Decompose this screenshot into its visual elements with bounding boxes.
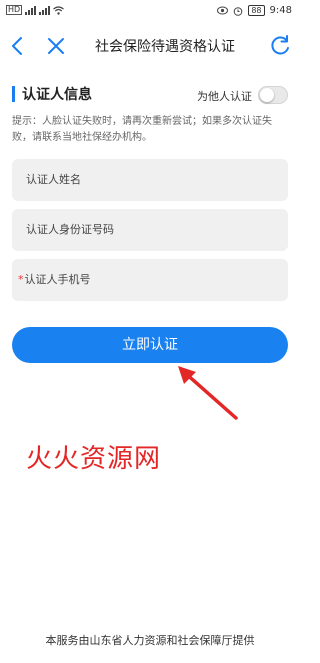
id-number-input[interactable]: 认证人身份证号码 xyxy=(12,209,288,251)
required-mark: * xyxy=(18,273,24,286)
status-bar: HD 88 9:48 xyxy=(0,0,300,24)
section-accent-bar xyxy=(12,86,15,102)
sim-hd-badge: HD xyxy=(6,5,23,15)
eye-icon xyxy=(217,6,229,15)
close-icon[interactable] xyxy=(42,32,70,60)
proxy-auth-label: 为他人认证 xyxy=(197,90,252,103)
battery-icon: 88 xyxy=(248,5,265,16)
status-time: 9:48 xyxy=(269,5,292,16)
hint-text: 提示：人脸认证失败时，请再次重新尝试；如果多次认证失败，请联系当地社保经办机构。 xyxy=(12,116,272,143)
proxy-auth-toggle[interactable] xyxy=(258,86,288,104)
phone-input[interactable]: *认证人手机号 xyxy=(12,259,288,301)
toggle-knob xyxy=(260,88,274,102)
status-left: HD xyxy=(6,5,65,15)
nav-bar: 社会保险待遇资格认证 xyxy=(0,26,300,66)
section-header: 认证人信息 为他人认证 xyxy=(12,84,288,106)
phone-placeholder: 认证人手机号 xyxy=(24,273,91,286)
annotation-arrow-icon xyxy=(178,366,238,420)
wifi-icon xyxy=(53,5,65,15)
page-title: 社会保险待遇资格认证 xyxy=(95,39,235,55)
footer-text: 本服务由山东省人力资源和社会保障厅提供 xyxy=(45,634,255,647)
refresh-icon[interactable] xyxy=(266,32,294,60)
alarm-icon xyxy=(234,6,243,16)
back-arrow-icon[interactable] xyxy=(4,32,32,60)
submit-button[interactable]: 立即认证 xyxy=(12,327,288,363)
signal-icon-2 xyxy=(39,5,51,15)
signal-icon xyxy=(25,5,37,15)
watermark-text: 火火资源网 xyxy=(26,444,162,474)
section-title: 认证人信息 xyxy=(22,87,92,103)
status-right: 88 9:48 xyxy=(217,5,292,16)
name-input[interactable]: 认证人姓名 xyxy=(12,159,288,201)
